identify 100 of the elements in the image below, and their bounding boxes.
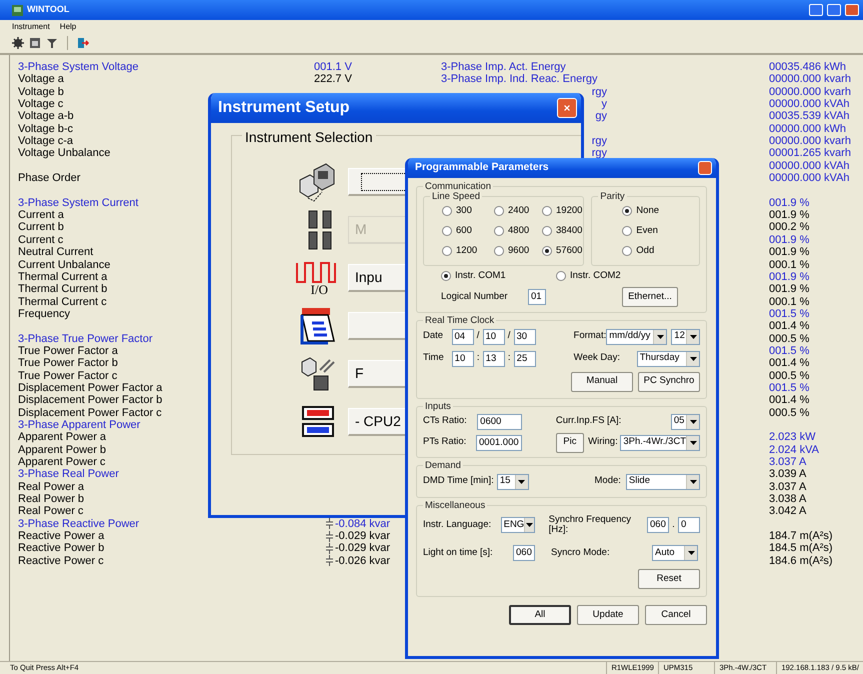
button[interactable]: All <box>509 605 571 625</box>
field-label: Date <box>423 329 444 344</box>
input-field[interactable]: 25 <box>514 350 536 366</box>
caret-icon <box>686 436 699 450</box>
field-label: Wiring: <box>588 435 619 450</box>
menu-item[interactable]: Help <box>60 20 76 32</box>
radio-label[interactable]: 600 <box>456 224 472 238</box>
reading-value: 001.9 % <box>769 283 810 296</box>
icon-caption: I/O <box>310 282 328 296</box>
input-field[interactable]: 13 <box>482 350 505 366</box>
dropdown[interactable]: Thursday <box>636 350 700 366</box>
button[interactable]: Cancel <box>645 605 707 625</box>
dialog-title: Programmable Parameters <box>415 160 549 176</box>
radio-button[interactable] <box>556 271 566 281</box>
radio-label[interactable]: None <box>636 204 660 218</box>
tool-icon <box>46 37 58 49</box>
button[interactable]: Manual <box>571 372 633 392</box>
reading-value: 00001.265 kvarh <box>769 147 851 160</box>
maximize-button[interactable] <box>827 4 841 16</box>
radio-label[interactable]: 57600 <box>556 244 582 258</box>
caret-icon <box>686 414 699 428</box>
radio-label[interactable]: Instr. COM2 <box>570 268 621 284</box>
radio-button[interactable] <box>442 206 452 216</box>
separator-text: . <box>671 518 676 532</box>
button[interactable]: Reset <box>638 569 700 589</box>
button[interactable]: Ethernet... <box>622 287 678 307</box>
radio-button[interactable] <box>542 226 552 236</box>
radio-button[interactable] <box>542 206 552 216</box>
reading-value: 001.9 % <box>769 234 810 246</box>
radio-label[interactable]: Instr. COM1 <box>455 268 506 284</box>
dropdown[interactable]: 12 <box>671 328 700 344</box>
radio-button[interactable] <box>622 206 632 216</box>
reading-value: 001.4 % <box>769 357 810 370</box>
minimize-button[interactable] <box>809 4 823 16</box>
dropdown[interactable]: mm/dd/yy <box>606 328 668 344</box>
radio-label[interactable]: 2400 <box>508 204 530 218</box>
section-heading: 3-Phase Apparent Power <box>18 418 140 432</box>
input-field[interactable]: 0001.000 <box>476 434 522 450</box>
input-field[interactable]: 060 <box>647 517 669 533</box>
radio-label[interactable]: 9600 <box>508 244 530 258</box>
radio-button[interactable] <box>442 246 452 256</box>
input-field[interactable]: 10 <box>452 350 474 366</box>
radio-button[interactable] <box>441 271 451 281</box>
dropdown[interactable]: 15 <box>496 474 528 490</box>
reading-label: Frequency <box>18 308 70 320</box>
input-field[interactable]: 10 <box>482 328 505 344</box>
close-button[interactable] <box>698 161 712 175</box>
radio-button[interactable] <box>622 226 632 236</box>
input-field[interactable]: 04 <box>452 328 474 344</box>
radio-label[interactable]: 1200 <box>456 244 478 258</box>
reading-label: Real Power c <box>18 505 84 518</box>
radio-button[interactable] <box>622 246 632 256</box>
field-label: Logical Number <box>441 290 509 304</box>
dropdown[interactable]: ENG <box>500 517 535 533</box>
reading-label: Apparent Power c <box>18 456 106 468</box>
radio-button[interactable] <box>494 206 504 216</box>
reading-value: 2.024 kVA <box>769 444 819 456</box>
radio-label[interactable]: 4800 <box>508 224 530 238</box>
dropdown[interactable]: 05 <box>670 414 700 430</box>
radio-label[interactable]: Even <box>636 224 658 238</box>
caret-icon <box>686 330 699 344</box>
dropdown[interactable]: Slide <box>626 474 700 490</box>
reading-value: 001.5 % <box>769 344 810 358</box>
input-field[interactable]: 0600 <box>477 414 522 430</box>
radio-label[interactable]: 300 <box>456 204 472 218</box>
exit-icon <box>77 37 89 49</box>
input-field[interactable]: 0 <box>678 517 700 533</box>
dropdown[interactable]: 3Ph.-4Wr./3CT <box>620 434 700 450</box>
caret-icon <box>686 474 699 488</box>
reading-label: Voltage b-c <box>18 122 74 136</box>
reading-value: 001.9 % <box>769 209 810 222</box>
separator-text: : <box>506 351 512 366</box>
reading-label: Apparent Power a <box>18 431 106 444</box>
radio-button[interactable] <box>494 226 504 236</box>
radio-button[interactable] <box>494 246 504 256</box>
section-heading: 3-Phase Real Power <box>18 468 119 481</box>
menu-item[interactable]: Instrument <box>12 20 50 32</box>
calendar-icon <box>300 307 336 345</box>
reading-value: 001.9 % <box>769 196 810 210</box>
input-field[interactable]: 01 <box>528 289 546 305</box>
dropdown[interactable]: Auto <box>652 545 698 561</box>
separator-text: / <box>476 329 480 344</box>
radio-label[interactable]: 38400 <box>556 224 582 238</box>
caret-icon <box>653 330 666 344</box>
reading-value: 000.1 % <box>769 296 810 308</box>
input-field[interactable]: 060 <box>513 545 535 561</box>
reading-value: 001.5 % <box>769 382 810 394</box>
input-field[interactable]: 30 <box>514 328 536 344</box>
radio-button[interactable] <box>442 226 452 236</box>
reading-value: 00000.000 kvarh <box>769 73 851 86</box>
button[interactable]: PC Synchro <box>638 372 700 392</box>
reading-label: True Power Factor b <box>18 357 118 370</box>
button[interactable]: Update <box>577 605 639 625</box>
radio-label[interactable]: Odd <box>636 244 654 258</box>
close-button[interactable] <box>845 4 859 16</box>
field-label: Week Day: <box>574 351 621 366</box>
button[interactable]: Pic <box>556 432 584 452</box>
close-button[interactable] <box>557 98 577 118</box>
radio-button[interactable] <box>542 246 552 256</box>
radio-label[interactable]: 19200 <box>556 204 582 218</box>
